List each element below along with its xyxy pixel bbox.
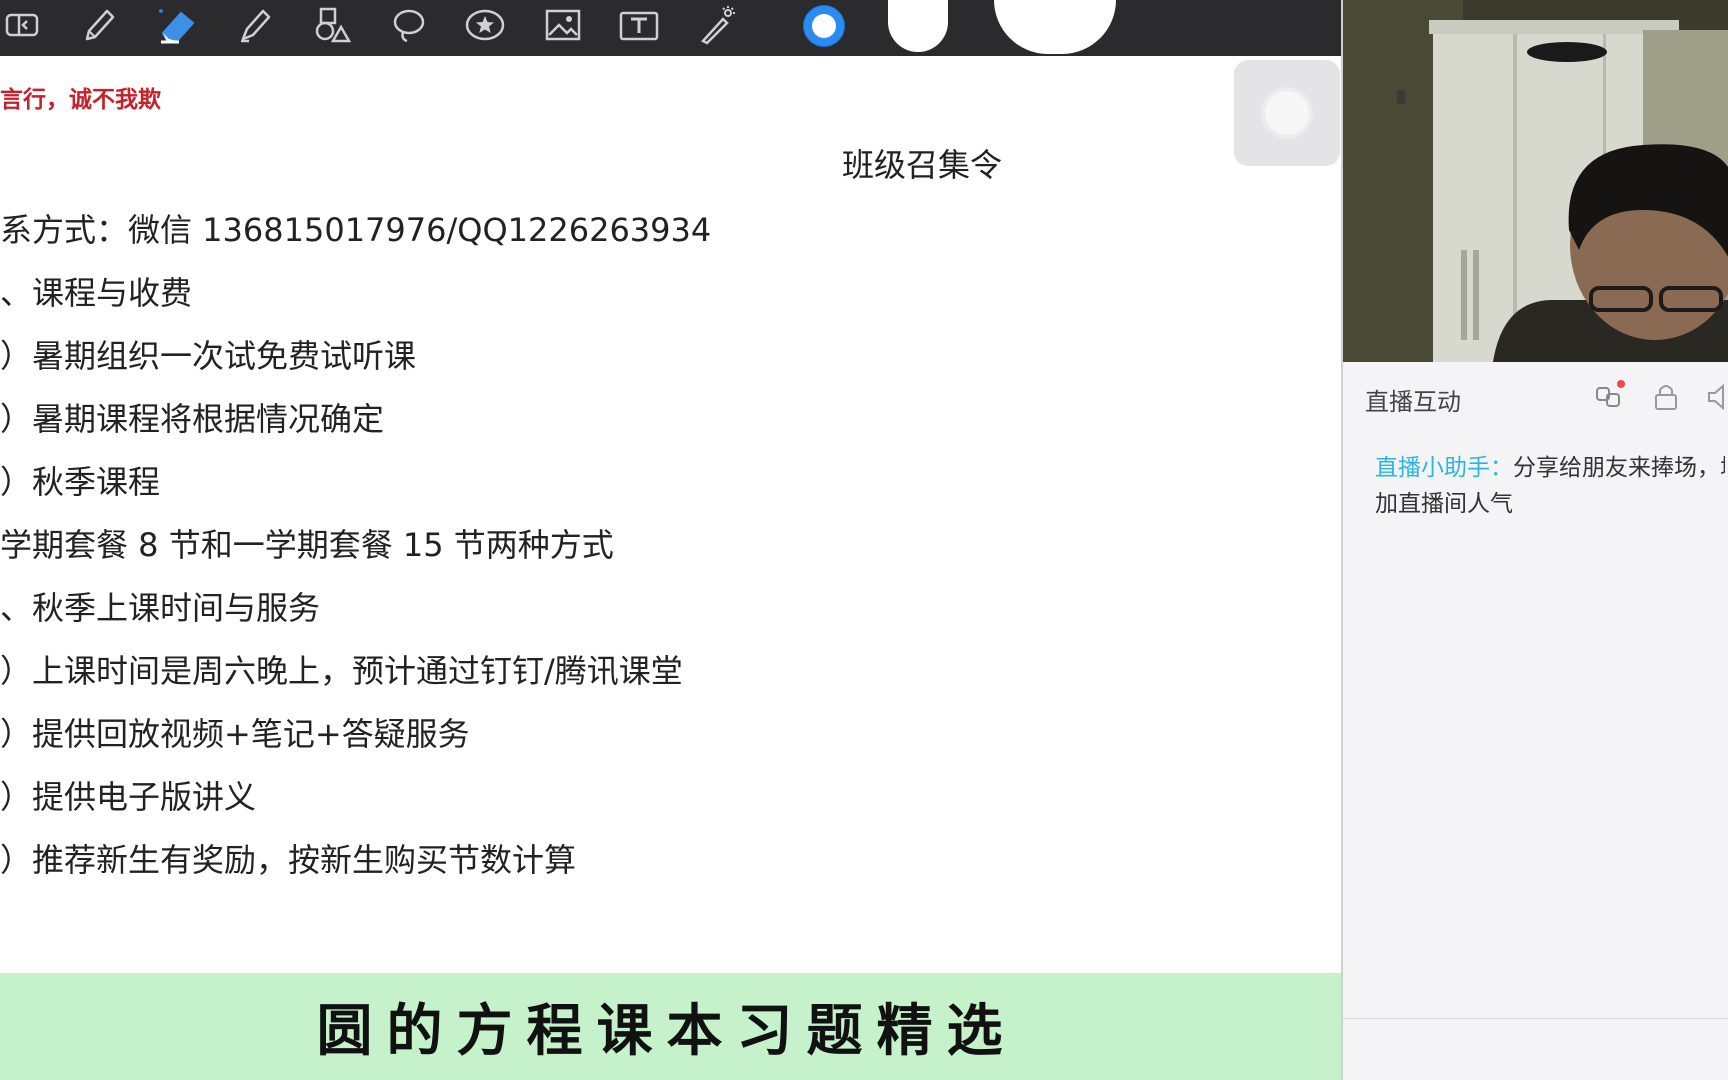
panel-toggle-button[interactable] xyxy=(0,4,50,50)
webcam-frame xyxy=(1343,0,1728,362)
text-tool-button[interactable] xyxy=(614,4,664,50)
floating-assistive-button[interactable] xyxy=(1234,60,1340,166)
document-line: 系方式：微信 136815017976/QQ1226263934 xyxy=(0,211,712,249)
chat-message-line: 直播小助手：分享给朋友来捧场，增 xyxy=(1375,450,1725,486)
pen-tool-button[interactable] xyxy=(74,4,124,50)
highlighter-icon xyxy=(235,5,275,49)
laser-pointer-tool-button[interactable] xyxy=(692,4,742,50)
course-title-banner: 圆的方程课本习题精选 xyxy=(0,973,1343,1080)
shapes-tool-button[interactable] xyxy=(306,4,356,50)
lasso-tool-button[interactable] xyxy=(384,4,434,50)
webcam-video xyxy=(1343,0,1728,362)
document-line: ）暑期课程将根据情况确定 xyxy=(0,400,385,438)
document-title: 班级召集令 xyxy=(842,146,1003,184)
document-line: ）秋季课程 xyxy=(0,463,161,501)
document-line: ）暑期组织一次试免费试听课 xyxy=(0,337,417,375)
chat-text: 分享给朋友来捧场，增 xyxy=(1513,455,1725,481)
shapes-icon xyxy=(311,5,352,49)
eraser-tool-button[interactable] xyxy=(152,4,202,50)
stroke-size-medium-button[interactable] xyxy=(888,0,948,52)
image-tool-button[interactable] xyxy=(538,4,588,50)
chat-sender: 直播小助手： xyxy=(1375,455,1513,481)
share-button[interactable] xyxy=(1593,380,1627,414)
course-title: 圆的方程课本习题精选 xyxy=(316,998,1017,1064)
document-line: 、秋季上课时间与服务 xyxy=(0,589,321,627)
eraser-icon xyxy=(157,5,197,49)
text-icon xyxy=(619,5,659,49)
pen-icon xyxy=(79,5,119,49)
panel-icon xyxy=(5,5,45,49)
highlighter-tool-button[interactable] xyxy=(230,4,280,50)
live-interaction-header: 直播互动 xyxy=(1343,362,1728,430)
share-icon xyxy=(1596,380,1625,407)
live-interaction-title: 直播互动 xyxy=(1365,388,1461,416)
whiteboard-toolbar xyxy=(0,0,1341,57)
active-color-button[interactable] xyxy=(803,5,845,47)
lock-button[interactable] xyxy=(1649,380,1683,414)
document-line: ）提供回放视频+笔记+答疑服务 xyxy=(0,715,470,753)
chat-message: 直播小助手：分享给朋友来捧场，增 加直播间人气 xyxy=(1375,450,1725,522)
sticker-icon xyxy=(465,5,505,49)
lasso-icon xyxy=(389,5,429,49)
document-line: 学期套餐 8 节和一学期套餐 15 节两种方式 xyxy=(0,526,614,564)
document-line: 、课程与收费 xyxy=(0,274,193,312)
lock-icon xyxy=(1655,385,1677,410)
chat-text-continued: 加直播间人气 xyxy=(1375,491,1513,517)
speaker-button[interactable] xyxy=(1705,380,1728,414)
assistive-button-dot xyxy=(1265,91,1309,135)
live-side-panel: 直播互动 直播小助手：分享给朋友来捧场，增 加直播间人气 xyxy=(1341,0,1728,1080)
document-line: ）上课时间是周六晚上，预计通过钉钉/腾讯课堂 xyxy=(0,652,683,690)
sticker-tool-button[interactable] xyxy=(460,4,510,50)
document-motto: 言行，诚不我欺 xyxy=(0,86,161,113)
image-icon xyxy=(543,5,583,49)
document-canvas[interactable]: 言行，诚不我欺 班级召集令 系方式：微信 136815017976/QQ1226… xyxy=(0,56,1341,973)
chat-input-divider xyxy=(1343,1018,1728,1019)
stroke-size-large-button[interactable] xyxy=(994,0,1116,54)
speaker-icon xyxy=(1708,383,1724,411)
color-dot xyxy=(812,14,836,38)
laser-pointer-icon xyxy=(697,5,737,49)
document-line: ）提供电子版讲义 xyxy=(0,778,257,816)
document-line: ）推荐新生有奖励，按新生购买节数计算 xyxy=(0,841,577,879)
